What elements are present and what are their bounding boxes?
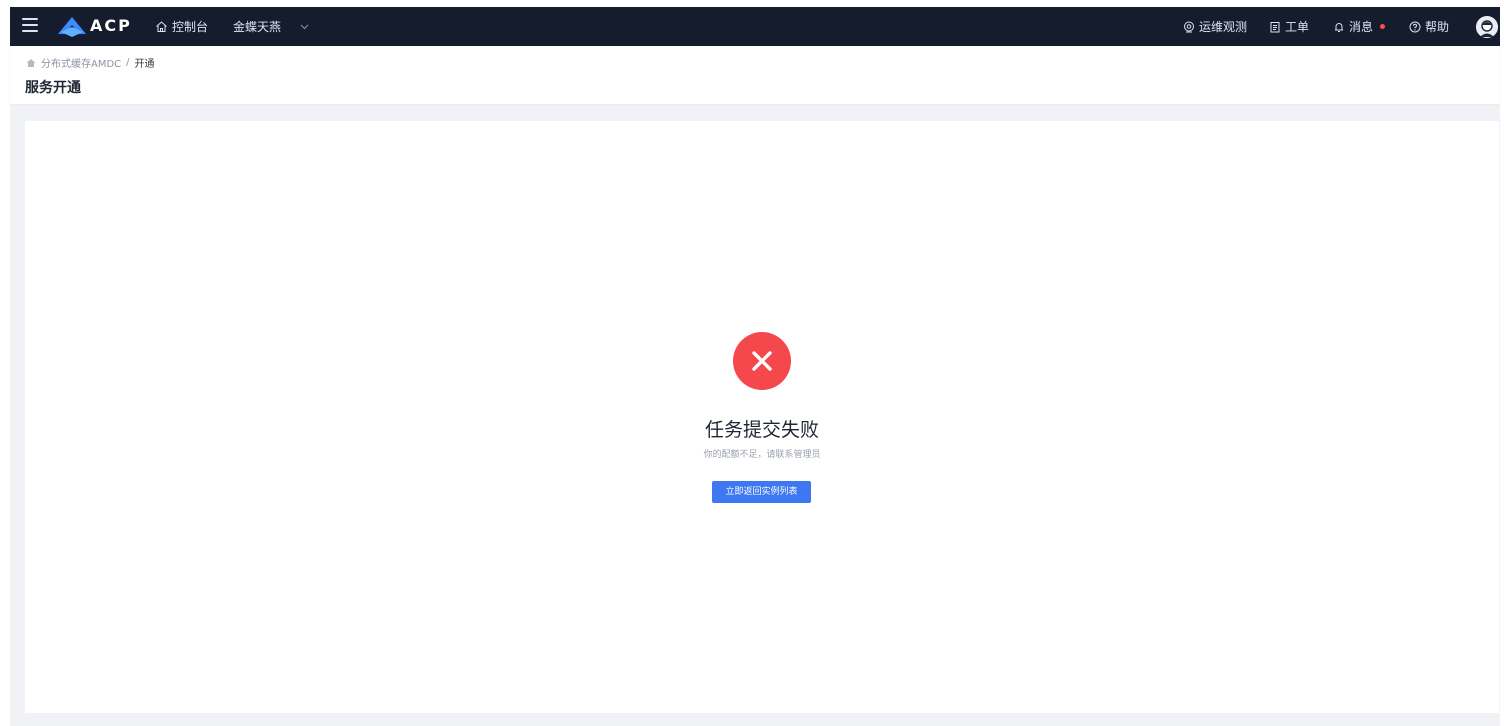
error-status-icon	[733, 332, 791, 390]
breadcrumb-parent[interactable]: 分布式缓存AMDC	[41, 55, 121, 70]
ticket-link[interactable]: 工单	[1269, 18, 1309, 35]
home-icon	[156, 21, 167, 32]
unread-dot	[1380, 24, 1386, 29]
menu-icon[interactable]	[22, 18, 38, 32]
user-avatar-icon	[1476, 16, 1498, 38]
result-card: 任务提交失败 你的配额不足，请联系管理员 立即返回实例列表	[25, 121, 1499, 713]
monitor-icon	[1184, 21, 1194, 32]
chevron-down-icon	[300, 24, 309, 29]
logo-text[interactable]: ACP	[90, 16, 132, 35]
page-title: 服务开通	[25, 80, 81, 96]
ops-observe-label: 运维观测	[1199, 20, 1248, 34]
ops-observe-link[interactable]: 运维观测	[1183, 18, 1247, 35]
breadcrumb: 分布式缓存AMDC / 开通	[26, 55, 155, 70]
close-icon	[752, 351, 772, 371]
tenant-label: 金蝶天燕	[233, 20, 282, 34]
back-to-instance-list-button[interactable]: 立即返回实例列表	[712, 481, 811, 503]
avatar[interactable]	[1476, 16, 1498, 38]
tenant-selector[interactable]: 金蝶天燕	[233, 18, 309, 35]
ticket-label: 工单	[1285, 20, 1310, 34]
page-header: 分布式缓存AMDC / 开通 服务开通	[10, 46, 1500, 104]
app-frame: ACP 控制台 金蝶天燕 运维观测 工单 消息 帮助 分布式缓存AMDC / 开…	[10, 7, 1500, 726]
result-title: 任务提交失败	[704, 419, 819, 441]
help-label: 帮助	[1425, 20, 1450, 34]
message-link[interactable]: 消息	[1333, 18, 1386, 35]
home-icon[interactable]	[26, 58, 36, 68]
console-label: 控制台	[172, 20, 209, 34]
help-icon	[1409, 21, 1421, 32]
top-navigation-bar: ACP 控制台 金蝶天燕 运维观测 工单 消息 帮助	[10, 7, 1500, 46]
message-label: 消息	[1349, 20, 1374, 34]
help-link[interactable]: 帮助	[1409, 18, 1449, 35]
console-link[interactable]: 控制台	[155, 18, 208, 35]
acp-logo-icon[interactable]	[57, 16, 87, 38]
result-subtitle: 你的配额不足，请联系管理员	[703, 450, 821, 460]
breadcrumb-separator: /	[126, 57, 130, 68]
breadcrumb-current: 开通	[134, 59, 155, 70]
bell-icon	[1335, 22, 1343, 32]
ticket-icon	[1270, 21, 1280, 32]
